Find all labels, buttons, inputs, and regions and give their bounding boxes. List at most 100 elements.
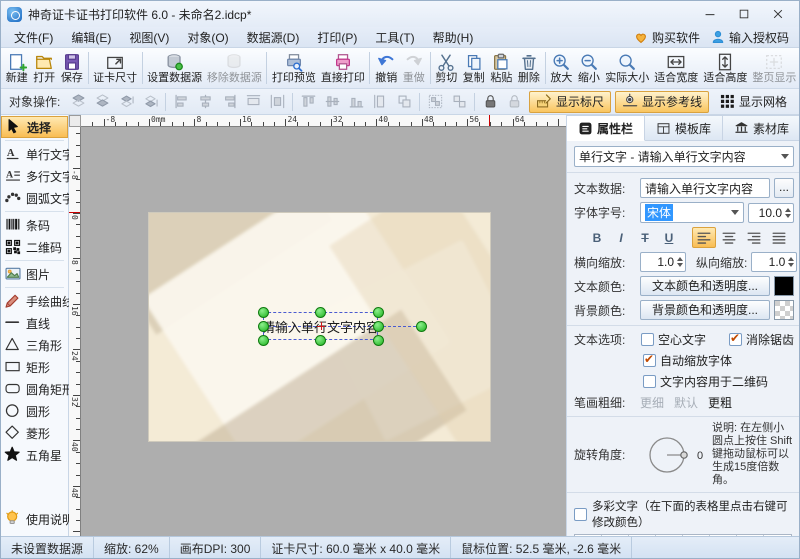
cut-button[interactable]: 剪切 <box>433 49 461 88</box>
card-size-button[interactable]: 证卡尺寸 <box>91 49 140 88</box>
selection-handle[interactable] <box>315 307 326 318</box>
undo-icon <box>376 51 396 72</box>
show-guides-toggle[interactable]: 显示参考线 <box>615 91 709 113</box>
selection-handle[interactable] <box>373 335 384 346</box>
sidebar-tool-triangle[interactable]: 三角形 <box>1 334 68 356</box>
delete-button[interactable]: 删除 <box>515 49 543 88</box>
hscale-spinner[interactable]: 1.0 <box>640 252 686 272</box>
selection-handle[interactable] <box>315 335 326 346</box>
menu-item[interactable]: 文件(F) <box>5 27 62 48</box>
object-selector-dropdown[interactable]: 单行文字 - 请输入单行文字内容 <box>574 146 794 167</box>
sidebar-tool-barcode[interactable]: 条码 <box>1 214 68 236</box>
direct-print-button[interactable]: 直接打印 <box>318 49 367 88</box>
strikethrough-icon[interactable]: T <box>634 228 656 248</box>
divider <box>567 325 800 326</box>
open-button[interactable]: 打开 <box>31 49 59 88</box>
text-color-button[interactable]: 文本颜色和透明度... <box>640 276 770 296</box>
menu-item[interactable]: 对象(O) <box>178 27 237 48</box>
toolbar-button-label: 适合高度 <box>703 72 747 85</box>
sidebar-tool-star[interactable]: 五角星 <box>1 444 68 466</box>
undo-button[interactable]: 撤销 <box>372 49 400 88</box>
tab-templates[interactable]: 模板库 <box>645 115 723 141</box>
spinner-down-icon[interactable] <box>785 214 791 218</box>
sidebar-tool-select[interactable]: 选择 <box>1 116 68 138</box>
help-button[interactable]: 使用说明 <box>1 508 68 530</box>
font-size-spinner[interactable]: 10.0 <box>748 203 794 223</box>
zoom-in-button[interactable]: 放大 <box>548 49 576 88</box>
sidebar-tool-label: 圆弧文字 <box>26 190 74 207</box>
show-grid-toggle[interactable]: 显示网格 <box>713 91 793 113</box>
selection-handle[interactable] <box>373 321 384 332</box>
stroke-option[interactable]: 更粗 <box>708 396 732 410</box>
fit-width-button[interactable]: 适合宽度 <box>652 49 701 88</box>
sidebar-tool-rect[interactable]: 矩形 <box>1 356 68 378</box>
checkbox[interactable] <box>643 375 656 388</box>
buy-software-button[interactable]: 购买软件 <box>633 29 700 46</box>
set-datasource-button[interactable]: 设置数据源 <box>145 49 205 88</box>
sidebar-tool-image[interactable]: 图片 <box>1 263 68 285</box>
minimize-button[interactable] <box>693 2 727 26</box>
enter-license-button[interactable]: 输入授权码 <box>710 29 789 46</box>
sidebar-tool-diamond[interactable]: 菱形 <box>1 422 68 444</box>
menu-item[interactable]: 打印(P) <box>308 27 366 48</box>
menu-item[interactable]: 视图(V) <box>120 27 178 48</box>
tab-properties[interactable]: 属性栏 <box>567 115 645 141</box>
menu-item[interactable]: 编辑(E) <box>62 27 120 48</box>
rotation-dial[interactable]: 0 <box>641 429 707 481</box>
sidebar-tool-multi-text[interactable]: A多行文字 <box>1 165 68 187</box>
ruler-tick <box>308 122 309 126</box>
selection-handle[interactable] <box>258 321 269 332</box>
menu-item[interactable]: 工具(T) <box>366 27 423 48</box>
checkbox[interactable] <box>643 354 656 367</box>
copy-button[interactable]: 复制 <box>460 49 488 88</box>
menu-item[interactable]: 帮助(H) <box>424 27 483 48</box>
align-text-right-button[interactable] <box>742 227 766 248</box>
bg-color-button[interactable]: 背景颜色和透明度... <box>640 300 770 320</box>
new-button[interactable]: 新建 <box>3 49 31 88</box>
text-color-swatch[interactable] <box>774 276 794 296</box>
sidebar-tool-curve[interactable]: 手绘曲线 <box>1 290 68 312</box>
rotation-handle[interactable] <box>416 321 427 332</box>
ruler-mouse-marker <box>489 115 490 127</box>
sidebar-tool-single-text[interactable]: A单行文字 <box>1 143 68 165</box>
print-preview-button[interactable]: 打印预览 <box>269 49 318 88</box>
font-family-dropdown[interactable]: 宋体 <box>640 202 744 223</box>
selection-handle[interactable] <box>373 307 384 318</box>
checkbox[interactable] <box>641 333 654 346</box>
checkbox[interactable] <box>729 333 742 346</box>
text-data-more-button[interactable]: ... <box>774 178 794 198</box>
sidebar-tool-arc-text[interactable]: 圆弧文字 <box>1 187 68 209</box>
align-text-center-button[interactable] <box>717 227 741 248</box>
tab-materials[interactable]: 素材库 <box>723 115 800 141</box>
text-data-input[interactable]: 请输入单行文字内容 <box>640 178 770 198</box>
selection-handle[interactable] <box>258 335 269 346</box>
italic-icon[interactable]: I <box>610 228 632 248</box>
close-button[interactable] <box>761 2 795 26</box>
text-option[interactable]: 文字内容用于二维码 <box>643 373 768 390</box>
multicolor-checkbox[interactable] <box>574 508 587 521</box>
selection-handle[interactable] <box>258 307 269 318</box>
show-ruler-toggle[interactable]: 显示标尺 <box>529 91 611 113</box>
vscale-spinner[interactable]: 1.0 <box>751 252 797 272</box>
design-workarea[interactable]: 请输入单行文字内容 <box>81 127 566 536</box>
underline-icon[interactable]: U <box>658 228 680 248</box>
save-button[interactable]: 保存 <box>58 49 86 88</box>
maximize-button[interactable] <box>727 2 761 26</box>
text-option[interactable]: 自动缩放字体 <box>643 352 732 369</box>
text-option[interactable]: 消除锯齿 <box>729 331 794 348</box>
align-text-left-button[interactable] <box>692 227 716 248</box>
paste-button[interactable]: 粘贴 <box>488 49 516 88</box>
sidebar-tool-rounded-rect[interactable]: 圆角矩形 <box>1 378 68 400</box>
bg-color-swatch[interactable] <box>774 300 794 320</box>
sidebar-tool-circle[interactable]: 圆形 <box>1 400 68 422</box>
sidebar-tool-line[interactable]: 直线 <box>1 312 68 334</box>
menu-item[interactable]: 数据源(D) <box>238 27 309 48</box>
text-option[interactable]: 空心文字 <box>641 331 724 348</box>
fit-height-button[interactable]: 适合高度 <box>701 49 750 88</box>
actual-size-button[interactable]: 实际大小 <box>603 49 652 88</box>
sidebar-tool-qrcode[interactable]: 二维码 <box>1 236 68 258</box>
zoom-out-button[interactable]: 缩小 <box>575 49 603 88</box>
bold-icon[interactable]: B <box>586 228 608 248</box>
align-text-justify-button[interactable] <box>767 227 791 248</box>
spinner-up-icon[interactable] <box>785 208 791 212</box>
